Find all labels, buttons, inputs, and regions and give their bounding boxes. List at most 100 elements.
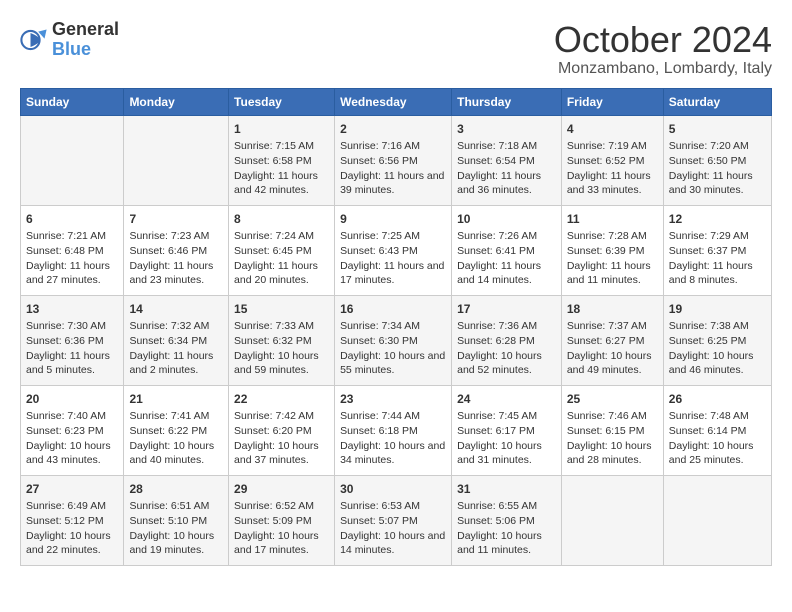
day-number: 19: [669, 301, 766, 318]
calendar-cell: 31Sunrise: 6:55 AM Sunset: 5:06 PM Dayli…: [452, 475, 562, 565]
day-number: 22: [234, 391, 329, 408]
calendar-cell: 29Sunrise: 6:52 AM Sunset: 5:09 PM Dayli…: [229, 475, 335, 565]
cell-content: Sunrise: 7:32 AM Sunset: 6:34 PM Dayligh…: [129, 319, 223, 378]
cell-content: Sunrise: 7:45 AM Sunset: 6:17 PM Dayligh…: [457, 409, 556, 468]
calendar-cell: 1Sunrise: 7:15 AM Sunset: 6:58 PM Daylig…: [229, 115, 335, 205]
cell-content: Sunrise: 7:15 AM Sunset: 6:58 PM Dayligh…: [234, 139, 329, 198]
day-number: 29: [234, 481, 329, 498]
cell-content: Sunrise: 7:20 AM Sunset: 6:50 PM Dayligh…: [669, 139, 766, 198]
calendar-cell: 30Sunrise: 6:53 AM Sunset: 5:07 PM Dayli…: [335, 475, 452, 565]
logo: General Blue: [20, 20, 119, 60]
calendar-cell: 25Sunrise: 7:46 AM Sunset: 6:15 PM Dayli…: [561, 385, 663, 475]
day-number: 11: [567, 211, 658, 228]
cell-content: Sunrise: 7:28 AM Sunset: 6:39 PM Dayligh…: [567, 229, 658, 288]
day-number: 12: [669, 211, 766, 228]
page-header: General Blue October 2024 Monzambano, Lo…: [20, 20, 772, 78]
day-number: 20: [26, 391, 118, 408]
cell-content: Sunrise: 7:33 AM Sunset: 6:32 PM Dayligh…: [234, 319, 329, 378]
calendar-cell: [21, 115, 124, 205]
cell-content: Sunrise: 7:42 AM Sunset: 6:20 PM Dayligh…: [234, 409, 329, 468]
calendar-cell: 3Sunrise: 7:18 AM Sunset: 6:54 PM Daylig…: [452, 115, 562, 205]
day-number: 25: [567, 391, 658, 408]
day-header: Tuesday: [229, 88, 335, 115]
day-number: 4: [567, 121, 658, 138]
day-number: 3: [457, 121, 556, 138]
day-number: 2: [340, 121, 446, 138]
cell-content: Sunrise: 7:18 AM Sunset: 6:54 PM Dayligh…: [457, 139, 556, 198]
day-number: 9: [340, 211, 446, 228]
day-header: Saturday: [663, 88, 771, 115]
calendar-cell: 13Sunrise: 7:30 AM Sunset: 6:36 PM Dayli…: [21, 295, 124, 385]
calendar-cell: 21Sunrise: 7:41 AM Sunset: 6:22 PM Dayli…: [124, 385, 229, 475]
week-row: 13Sunrise: 7:30 AM Sunset: 6:36 PM Dayli…: [21, 295, 772, 385]
day-number: 23: [340, 391, 446, 408]
cell-content: Sunrise: 6:55 AM Sunset: 5:06 PM Dayligh…: [457, 499, 556, 558]
calendar-cell: [663, 475, 771, 565]
day-header: Thursday: [452, 88, 562, 115]
calendar-cell: 2Sunrise: 7:16 AM Sunset: 6:56 PM Daylig…: [335, 115, 452, 205]
cell-content: Sunrise: 7:23 AM Sunset: 6:46 PM Dayligh…: [129, 229, 223, 288]
day-number: 14: [129, 301, 223, 318]
calendar-cell: 26Sunrise: 7:48 AM Sunset: 6:14 PM Dayli…: [663, 385, 771, 475]
day-number: 6: [26, 211, 118, 228]
day-number: 28: [129, 481, 223, 498]
week-row: 6Sunrise: 7:21 AM Sunset: 6:48 PM Daylig…: [21, 205, 772, 295]
cell-content: Sunrise: 7:41 AM Sunset: 6:22 PM Dayligh…: [129, 409, 223, 468]
calendar-cell: 15Sunrise: 7:33 AM Sunset: 6:32 PM Dayli…: [229, 295, 335, 385]
week-row: 20Sunrise: 7:40 AM Sunset: 6:23 PM Dayli…: [21, 385, 772, 475]
calendar-cell: 23Sunrise: 7:44 AM Sunset: 6:18 PM Dayli…: [335, 385, 452, 475]
cell-content: Sunrise: 7:25 AM Sunset: 6:43 PM Dayligh…: [340, 229, 446, 288]
day-number: 21: [129, 391, 223, 408]
location: Monzambano, Lombardy, Italy: [554, 60, 772, 78]
day-number: 5: [669, 121, 766, 138]
cell-content: Sunrise: 7:30 AM Sunset: 6:36 PM Dayligh…: [26, 319, 118, 378]
day-number: 13: [26, 301, 118, 318]
day-number: 24: [457, 391, 556, 408]
day-number: 1: [234, 121, 329, 138]
day-number: 18: [567, 301, 658, 318]
logo-icon: [20, 26, 48, 54]
cell-content: Sunrise: 7:37 AM Sunset: 6:27 PM Dayligh…: [567, 319, 658, 378]
cell-content: Sunrise: 7:24 AM Sunset: 6:45 PM Dayligh…: [234, 229, 329, 288]
cell-content: Sunrise: 7:21 AM Sunset: 6:48 PM Dayligh…: [26, 229, 118, 288]
calendar-cell: 12Sunrise: 7:29 AM Sunset: 6:37 PM Dayli…: [663, 205, 771, 295]
day-number: 16: [340, 301, 446, 318]
calendar-cell: 18Sunrise: 7:37 AM Sunset: 6:27 PM Dayli…: [561, 295, 663, 385]
calendar-cell: 10Sunrise: 7:26 AM Sunset: 6:41 PM Dayli…: [452, 205, 562, 295]
day-number: 7: [129, 211, 223, 228]
calendar-cell: 27Sunrise: 6:49 AM Sunset: 5:12 PM Dayli…: [21, 475, 124, 565]
calendar-cell: 4Sunrise: 7:19 AM Sunset: 6:52 PM Daylig…: [561, 115, 663, 205]
calendar-cell: 7Sunrise: 7:23 AM Sunset: 6:46 PM Daylig…: [124, 205, 229, 295]
cell-content: Sunrise: 6:49 AM Sunset: 5:12 PM Dayligh…: [26, 499, 118, 558]
calendar-cell: 28Sunrise: 6:51 AM Sunset: 5:10 PM Dayli…: [124, 475, 229, 565]
cell-content: Sunrise: 6:51 AM Sunset: 5:10 PM Dayligh…: [129, 499, 223, 558]
cell-content: Sunrise: 7:40 AM Sunset: 6:23 PM Dayligh…: [26, 409, 118, 468]
cell-content: Sunrise: 7:16 AM Sunset: 6:56 PM Dayligh…: [340, 139, 446, 198]
day-number: 17: [457, 301, 556, 318]
day-header: Monday: [124, 88, 229, 115]
cell-content: Sunrise: 6:53 AM Sunset: 5:07 PM Dayligh…: [340, 499, 446, 558]
calendar-cell: 6Sunrise: 7:21 AM Sunset: 6:48 PM Daylig…: [21, 205, 124, 295]
title-block: October 2024 Monzambano, Lombardy, Italy: [554, 20, 772, 78]
calendar-cell: 24Sunrise: 7:45 AM Sunset: 6:17 PM Dayli…: [452, 385, 562, 475]
cell-content: Sunrise: 7:19 AM Sunset: 6:52 PM Dayligh…: [567, 139, 658, 198]
week-row: 27Sunrise: 6:49 AM Sunset: 5:12 PM Dayli…: [21, 475, 772, 565]
cell-content: Sunrise: 7:38 AM Sunset: 6:25 PM Dayligh…: [669, 319, 766, 378]
day-number: 30: [340, 481, 446, 498]
calendar-cell: [124, 115, 229, 205]
cell-content: Sunrise: 7:44 AM Sunset: 6:18 PM Dayligh…: [340, 409, 446, 468]
cell-content: Sunrise: 7:29 AM Sunset: 6:37 PM Dayligh…: [669, 229, 766, 288]
day-number: 10: [457, 211, 556, 228]
calendar-cell: 11Sunrise: 7:28 AM Sunset: 6:39 PM Dayli…: [561, 205, 663, 295]
day-header: Friday: [561, 88, 663, 115]
calendar-cell: 14Sunrise: 7:32 AM Sunset: 6:34 PM Dayli…: [124, 295, 229, 385]
cell-content: Sunrise: 7:48 AM Sunset: 6:14 PM Dayligh…: [669, 409, 766, 468]
day-header: Wednesday: [335, 88, 452, 115]
calendar-cell: [561, 475, 663, 565]
calendar-cell: 17Sunrise: 7:36 AM Sunset: 6:28 PM Dayli…: [452, 295, 562, 385]
header-row: SundayMondayTuesdayWednesdayThursdayFrid…: [21, 88, 772, 115]
day-number: 31: [457, 481, 556, 498]
calendar-cell: 20Sunrise: 7:40 AM Sunset: 6:23 PM Dayli…: [21, 385, 124, 475]
calendar-cell: 22Sunrise: 7:42 AM Sunset: 6:20 PM Dayli…: [229, 385, 335, 475]
calendar-cell: 9Sunrise: 7:25 AM Sunset: 6:43 PM Daylig…: [335, 205, 452, 295]
